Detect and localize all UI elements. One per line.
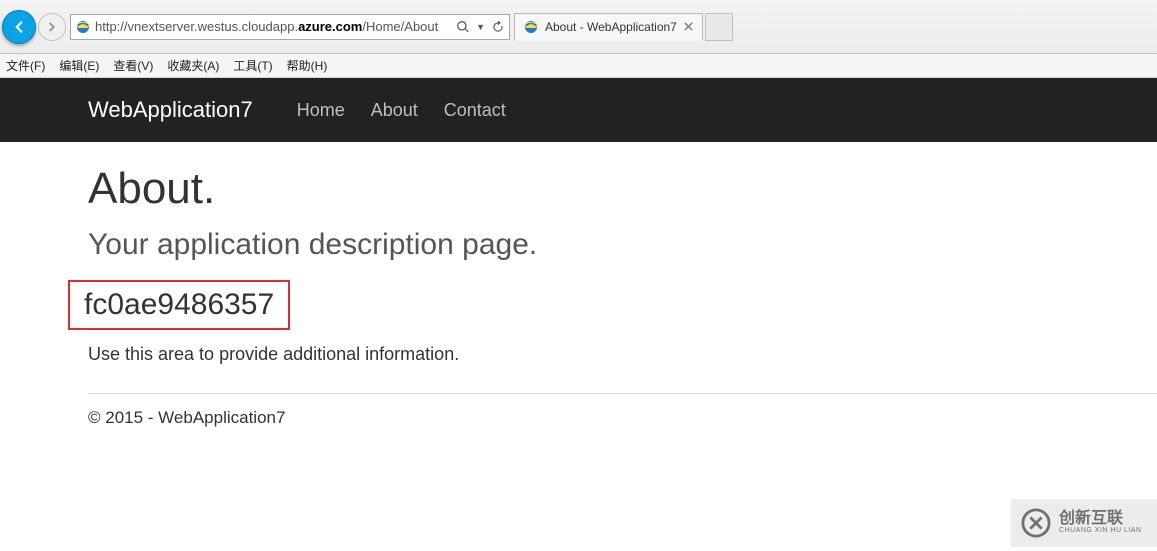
page-subtitle: Your application description page. [88, 228, 1157, 262]
watermark-logo-icon [1021, 508, 1051, 538]
menu-tools[interactable]: 工具(T) [233, 57, 272, 74]
page-body: Use this area to provide additional info… [88, 344, 1157, 365]
close-icon[interactable] [683, 21, 694, 32]
watermark: 创新互联 CHUANG XIN HU LIAN [1011, 499, 1157, 547]
menu-edit[interactable]: 编辑(E) [59, 57, 99, 74]
url-text: http://vnextserver.westus.cloudapp.azure… [95, 19, 450, 34]
forward-button[interactable] [38, 13, 66, 41]
arrow-right-icon [45, 20, 59, 34]
browser-menu-bar: 文件(F) 编辑(E) 查看(V) 收藏夹(A) 工具(T) 帮助(H) [0, 54, 1157, 78]
brand[interactable]: WebApplication7 [88, 97, 253, 123]
nav-contact[interactable]: Contact [444, 100, 506, 121]
menu-file[interactable]: 文件(F) [6, 57, 45, 74]
address-bar[interactable]: http://vnextserver.westus.cloudapp.azure… [70, 14, 510, 40]
browser-tab[interactable]: About - WebApplication7 [514, 13, 703, 41]
watermark-en: CHUANG XIN HU LIAN [1059, 527, 1142, 535]
menu-favorites[interactable]: 收藏夹(A) [167, 57, 219, 74]
page-content: About. Your application description page… [0, 142, 1157, 428]
watermark-cn: 创新互联 [1059, 511, 1142, 527]
site-navbar: WebApplication7 Home About Contact [0, 78, 1157, 142]
menu-help[interactable]: 帮助(H) [287, 57, 328, 74]
ie-favicon-icon [75, 19, 91, 35]
nav-about[interactable]: About [371, 100, 418, 121]
footer: © 2015 - WebApplication7 [88, 408, 1157, 428]
refresh-icon[interactable] [491, 20, 505, 34]
dropdown-icon[interactable]: ▼ [476, 22, 485, 32]
divider [88, 393, 1157, 394]
arrow-left-icon [10, 18, 28, 36]
browser-toolbar: http://vnextserver.westus.cloudapp.azure… [0, 0, 1157, 54]
new-tab-button[interactable] [705, 13, 733, 41]
back-button[interactable] [2, 10, 36, 44]
search-icon[interactable] [456, 20, 470, 34]
menu-view[interactable]: 查看(V) [113, 57, 153, 74]
page-title: About. [88, 164, 1157, 214]
nav-home[interactable]: Home [297, 100, 345, 121]
tab-title: About - WebApplication7 [545, 20, 677, 34]
hash-box: fc0ae9486357 [68, 280, 290, 330]
ie-favicon-icon [523, 19, 539, 35]
